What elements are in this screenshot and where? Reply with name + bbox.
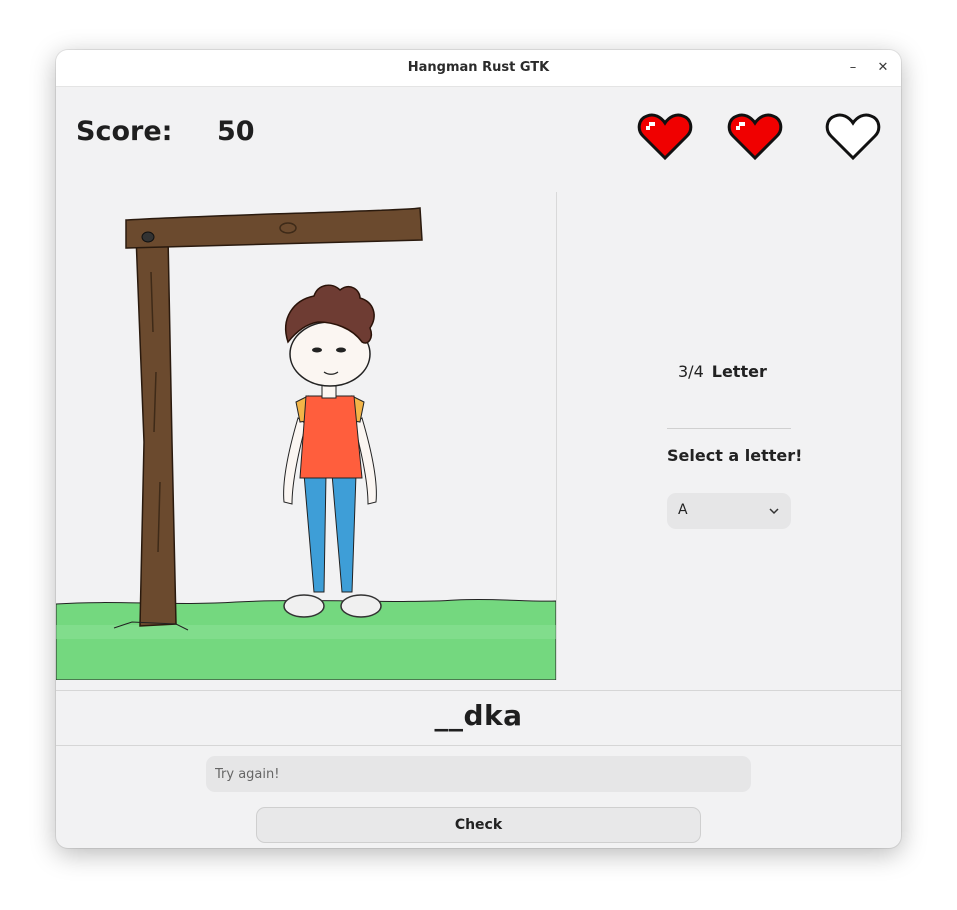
window-title: Hangman Rust GTK bbox=[407, 60, 550, 75]
close-button[interactable]: ✕ bbox=[873, 58, 893, 78]
title-bar[interactable]: Hangman Rust GTK – ✕ bbox=[56, 50, 901, 87]
letter-dropdown[interactable]: A bbox=[667, 493, 791, 529]
vertical-divider bbox=[556, 192, 557, 680]
heart-full-icon bbox=[637, 113, 693, 161]
check-button[interactable]: Check bbox=[256, 807, 701, 843]
score-value: 50 bbox=[217, 116, 255, 147]
side-divider bbox=[667, 428, 791, 429]
letter-dropdown-value: A bbox=[678, 502, 688, 518]
chevron-down-icon bbox=[769, 508, 779, 515]
heart-full-icon bbox=[727, 113, 783, 161]
word-divider-top bbox=[56, 690, 901, 691]
score-label: Score: bbox=[76, 116, 173, 147]
letter-progress-label: Letter bbox=[711, 362, 767, 381]
select-letter-label: Select a letter! bbox=[667, 446, 803, 465]
minimize-button[interactable]: – bbox=[843, 58, 863, 78]
hangman-drawing bbox=[56, 192, 556, 680]
word-divider-bottom bbox=[56, 745, 901, 746]
letter-progress: 3/4 Letter bbox=[678, 362, 767, 381]
hidden-word: __dka bbox=[434, 699, 523, 732]
app-window: Hangman Rust GTK – ✕ Score: 50 3/4 Lette… bbox=[56, 50, 901, 848]
guess-input[interactable] bbox=[206, 756, 751, 792]
letter-progress-count: 3/4 bbox=[678, 362, 704, 381]
heart-empty-icon bbox=[825, 113, 881, 161]
